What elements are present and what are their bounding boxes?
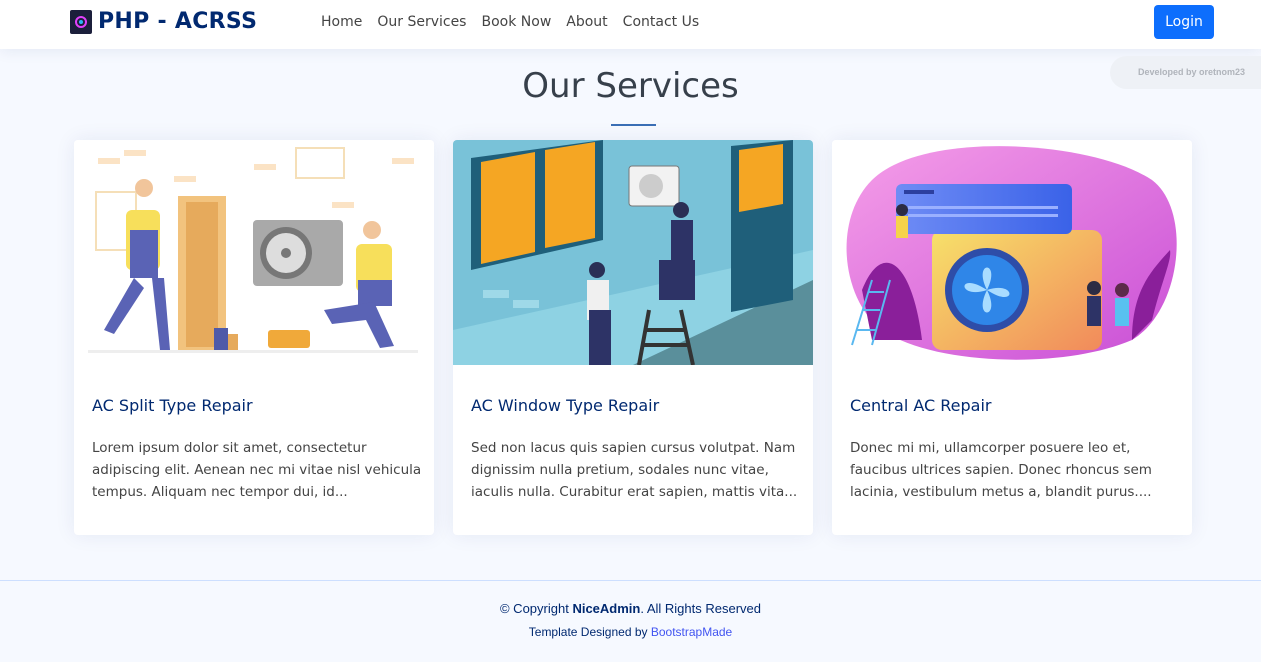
logo-icon bbox=[70, 9, 92, 34]
brand-logo[interactable]: PHP - ACRSS bbox=[70, 9, 257, 34]
service-title: AC Window Type Repair bbox=[471, 396, 660, 415]
nav-book-now[interactable]: Book Now bbox=[481, 13, 551, 31]
copyright: © Copyright NiceAdmin. All Rights Reserv… bbox=[0, 601, 1261, 616]
credits-prefix: Template Designed by bbox=[528, 625, 648, 639]
split-ac-repair-illustration bbox=[74, 140, 434, 365]
service-description: Sed non lacus quis sapien cursus volutpa… bbox=[471, 440, 798, 500]
section-title: Our Services bbox=[522, 66, 739, 106]
footer: © Copyright NiceAdmin. All Rights Reserv… bbox=[0, 580, 1261, 662]
copyright-brand: NiceAdmin bbox=[572, 601, 641, 616]
window-ac-repair-illustration bbox=[453, 140, 813, 365]
service-title: AC Split Type Repair bbox=[92, 396, 253, 415]
central-ac-repair-illustration bbox=[832, 140, 1192, 365]
service-description: Donec mi mi, ullamcorper posuere leo et,… bbox=[850, 440, 1152, 500]
credits: Template Designed by BootstrapMade bbox=[0, 625, 1261, 639]
service-card-window[interactable]: AC Window Type Repair Sed non lacus quis… bbox=[453, 140, 813, 535]
title-underline bbox=[611, 124, 656, 126]
main-nav: Home Our Services Book Now About Contact… bbox=[321, 13, 714, 31]
login-button[interactable]: Login bbox=[1154, 5, 1214, 39]
nav-contact-us[interactable]: Contact Us bbox=[623, 13, 699, 31]
service-card-split[interactable]: AC Split Type Repair Lorem ipsum dolor s… bbox=[74, 140, 434, 535]
service-description: Lorem ipsum dolor sit amet, consectetur … bbox=[92, 440, 422, 500]
service-card-central[interactable]: Central AC Repair Donec mi mi, ullamcorp… bbox=[832, 140, 1192, 535]
nav-about[interactable]: About bbox=[566, 13, 607, 31]
header: PHP - ACRSS Home Our Services Book Now A… bbox=[0, 0, 1261, 49]
nav-our-services[interactable]: Our Services bbox=[377, 13, 466, 31]
brand-name: PHP - ACRSS bbox=[98, 9, 258, 34]
copyright-suffix: . All Rights Reserved bbox=[640, 601, 762, 616]
nav-home[interactable]: Home bbox=[321, 13, 362, 31]
copyright-prefix: © Copyright bbox=[499, 601, 569, 616]
credits-link[interactable]: BootstrapMade bbox=[651, 625, 732, 639]
service-title: Central AC Repair bbox=[850, 396, 992, 415]
